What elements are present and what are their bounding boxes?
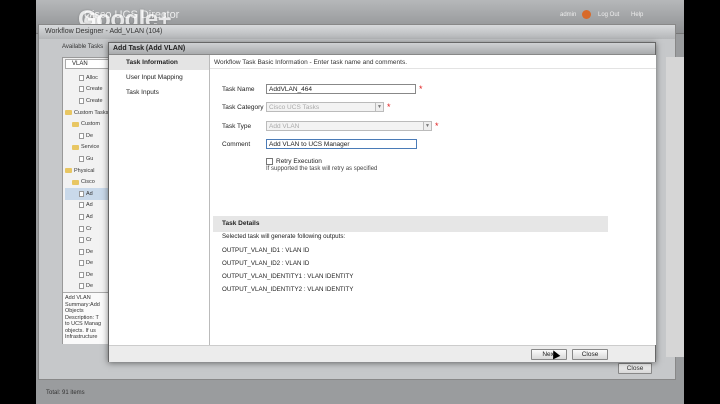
retry-checkbox[interactable]: [266, 157, 273, 165]
task-name-row: Task Name AddVLAN_464 *: [222, 83, 423, 95]
tree-item-label: Custom: [81, 121, 100, 128]
tree-item-label: De: [86, 248, 94, 255]
designer-title: Workflow Designer - Add_VLAN (104): [39, 25, 675, 39]
document-icon: [79, 86, 84, 93]
folder-icon: [72, 121, 79, 127]
comment-row: Comment Add VLAN to UCS Manager: [222, 138, 417, 150]
chevron-down-icon[interactable]: ▼: [376, 102, 384, 112]
document-icon: [79, 271, 84, 278]
task-category-row: Task Category Cisco UCS Tasks ▼ *: [222, 101, 391, 113]
document-icon: [79, 225, 84, 232]
tree-item-label: Create: [86, 86, 103, 93]
tree-item-label: Gu: [86, 155, 94, 162]
tree-item-label: Cisco: [81, 179, 95, 186]
status-text: Total: 91 items: [46, 390, 85, 396]
designer-scrollbar[interactable]: [666, 57, 684, 357]
folder-icon: [65, 168, 72, 174]
tree-item-label: De: [86, 260, 94, 267]
task-category-label: Task Category: [222, 103, 264, 111]
user-badge-icon: [582, 10, 591, 19]
tree-item-label: Custom Tasks: [74, 109, 109, 116]
nav-user-input-mapping[interactable]: User Input Mapping: [109, 70, 209, 85]
retry-hint: If supported the task will retry as spec…: [266, 166, 378, 172]
task-category-select[interactable]: Cisco UCS Tasks: [266, 102, 376, 112]
designer-close-button[interactable]: Close: [618, 363, 652, 374]
dialog-title: Add Task (Add VLAN): [109, 43, 655, 55]
nav-task-inputs[interactable]: Task Inputs: [109, 85, 209, 100]
task-name-label: Task Name: [222, 85, 255, 93]
required-marker: *: [419, 84, 423, 94]
output-line: OUTPUT_VLAN_IDENTITY2 : VLAN IDENTITY: [222, 286, 354, 293]
document-icon: [79, 132, 84, 139]
task-type-select[interactable]: Add VLAN: [266, 121, 424, 131]
comment-label: Comment: [222, 140, 251, 148]
document-icon: [79, 97, 84, 104]
tree-item-label: De: [86, 132, 94, 139]
retry-label: Retry Execution: [276, 157, 322, 165]
folder-icon: [72, 179, 79, 185]
document-icon: [79, 283, 84, 290]
chevron-down-icon[interactable]: ▼: [424, 121, 432, 131]
output-line: OUTPUT_VLAN_ID1 : VLAN ID: [222, 247, 310, 254]
help-link[interactable]: Help: [631, 12, 643, 18]
dialog-footer: Next Close: [109, 345, 655, 362]
tree-item-label: Alloc: [86, 74, 98, 81]
folder-icon: [72, 144, 79, 150]
document-icon: [79, 248, 84, 255]
next-button[interactable]: Next: [531, 349, 567, 360]
task-name-input[interactable]: AddVLAN_464: [266, 84, 416, 94]
document-icon: [79, 202, 84, 209]
comment-input[interactable]: Add VLAN to UCS Manager: [266, 139, 417, 149]
task-details-heading: Task Details: [213, 216, 608, 232]
document-icon: [79, 260, 84, 267]
output-line: OUTPUT_VLAN_ID2 : VLAN ID: [222, 260, 310, 267]
tree-item-label: Ad: [86, 202, 93, 209]
tree-item-label: De: [86, 283, 94, 290]
document-icon: [79, 74, 84, 81]
available-tasks-label: Available Tasks: [62, 44, 104, 50]
wizard-nav: Task Information User Input Mapping Task…: [109, 55, 210, 345]
tree-item-label: Ad: [86, 190, 93, 197]
task-type-row: Task Type Add VLAN ▼ *: [222, 120, 439, 132]
video-letterbox-left: [0, 0, 36, 404]
section-heading: Workflow Task Basic Information - Enter …: [210, 55, 656, 69]
tree-item-label: Service: [81, 144, 100, 151]
task-details-intro: Selected task will generate following ou…: [222, 233, 346, 240]
folder-icon: [65, 110, 72, 116]
video-letterbox-right: [684, 0, 720, 404]
close-button[interactable]: Close: [572, 349, 608, 360]
tree-item-label: Create: [86, 97, 103, 104]
document-icon: [79, 155, 84, 162]
header-links: Log Out Help: [598, 12, 653, 18]
required-marker: *: [435, 121, 439, 131]
nav-task-information[interactable]: Task Information: [109, 55, 209, 70]
output-line: OUTPUT_VLAN_IDENTITY1 : VLAN IDENTITY: [222, 273, 354, 280]
logout-link[interactable]: Log Out: [598, 12, 619, 18]
user-name[interactable]: admin: [560, 12, 576, 18]
tree-item-label: De: [86, 271, 94, 278]
tree-item-label: Cr: [86, 225, 92, 232]
task-type-label: Task Type: [222, 122, 252, 130]
document-icon: [79, 190, 84, 197]
tree-item-label: Cr: [86, 237, 92, 244]
document-icon: [79, 213, 84, 220]
required-marker: *: [387, 102, 391, 112]
add-task-dialog: Add Task (Add VLAN) Task Information Use…: [108, 42, 656, 362]
task-info-panel: Workflow Task Basic Information - Enter …: [210, 55, 656, 345]
tree-item-label: Physical: [74, 167, 95, 174]
document-icon: [79, 237, 84, 244]
tree-item-label: Ad: [86, 213, 93, 220]
